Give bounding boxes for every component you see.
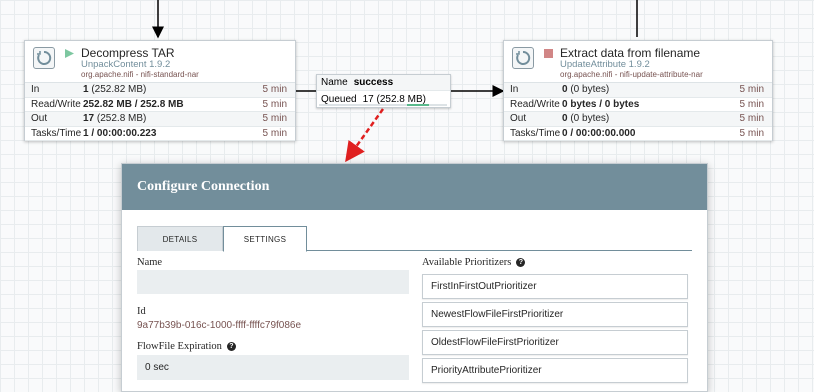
stat-label: Read/Write xyxy=(31,98,81,110)
stat-count: 0 bytes / 0 bytes xyxy=(562,98,640,110)
stat-size: (0 bytes) xyxy=(567,113,610,125)
processor-type: UpdateAttribute 1.9.2 xyxy=(560,59,650,70)
stat-value: 0 bytes / 0 bytes xyxy=(562,99,732,110)
stat-row-tasks: Tasks/Time 0 / 00:00:00.000 5 min xyxy=(504,127,772,141)
play-icon xyxy=(65,49,74,58)
connection-id-value: 9a77b39b-016c-1000-ffff-ffffc79f086e xyxy=(137,320,302,331)
stat-count: 17 xyxy=(83,113,95,125)
stat-label: Tasks/Time xyxy=(510,127,561,139)
flowfile-expiration-input[interactable]: 0 sec xyxy=(137,355,409,380)
prioritizer-item[interactable]: PriorityAttributePrioritizer xyxy=(422,358,688,383)
stat-size: (252.82 MB) xyxy=(88,84,147,96)
stat-row-in: In 0 (0 bytes) 5 min xyxy=(504,83,772,98)
prioritizer-item[interactable]: NewestFlowFileFirstPrioritizer xyxy=(422,302,688,327)
stat-size: (252.8 MB) xyxy=(94,113,147,125)
queue-progress-fill xyxy=(407,104,429,106)
prioritizer-item[interactable]: OldestFlowFileFirstPrioritizer xyxy=(422,330,688,355)
dialog-title: Configure Connection xyxy=(137,179,270,194)
stat-value: 0 (0 bytes) xyxy=(562,84,732,95)
connection-name-label: Name xyxy=(321,77,348,88)
stat-value: 0 / 00:00:00.000 xyxy=(562,128,732,139)
tab-details[interactable]: DETAILS xyxy=(137,226,223,251)
connection-name-row: Name success xyxy=(317,75,450,91)
stat-count: 252.82 MB / 252.8 MB xyxy=(83,98,184,110)
stat-count: 1 / 00:00:00.223 xyxy=(83,127,157,139)
configure-connection-dialog: Configure Connection DETAILS SETTINGS Na… xyxy=(121,163,708,392)
processor-decompress-tar[interactable]: Decompress TAR UnpackContent 1.9.2 org.a… xyxy=(24,40,296,141)
stat-row-in: In 1 (252.82 MB) 5 min xyxy=(25,83,295,98)
processor-icon xyxy=(512,47,534,69)
help-icon[interactable]: ? xyxy=(226,342,236,352)
processor-name: Decompress TAR xyxy=(81,46,175,60)
connection-name-input[interactable] xyxy=(137,270,409,294)
stat-row-out: Out 0 (0 bytes) 5 min xyxy=(504,112,772,127)
connection-name-value: success xyxy=(353,77,394,88)
queued-count: 17 xyxy=(362,93,374,105)
connection-queued-label: Queued xyxy=(321,93,357,105)
connection-queued-value: 17 (252.8 MB) xyxy=(363,94,426,105)
annotation-arrow xyxy=(345,108,385,163)
prioritizer-item[interactable]: FirstInFirstOutPrioritizer xyxy=(422,274,688,299)
help-icon[interactable]: ? xyxy=(516,258,526,268)
stat-value: 0 (0 bytes) xyxy=(562,113,732,124)
stat-time: 5 min xyxy=(262,113,287,125)
stat-time: 5 min xyxy=(262,127,287,139)
available-prioritizers-label: Available Prioritizers? xyxy=(422,257,526,268)
stat-label: Out xyxy=(31,113,48,125)
stat-time: 5 min xyxy=(739,127,764,139)
flowfile-expiration-text: FlowFile Expiration xyxy=(137,341,222,352)
dialog-header: Configure Connection xyxy=(122,164,707,210)
stat-time: 5 min xyxy=(262,84,287,96)
processor-icon xyxy=(33,47,55,69)
stat-value: 1 / 00:00:00.223 xyxy=(83,128,255,139)
stat-time: 5 min xyxy=(739,113,764,125)
stat-value: 1 (252.82 MB) xyxy=(83,84,255,95)
stat-label: In xyxy=(510,84,519,96)
stat-row-readwrite: Read/Write 252.82 MB / 252.8 MB 5 min xyxy=(25,98,295,112)
stat-value: 17 (252.8 MB) xyxy=(83,113,255,124)
stat-row-out: Out 17 (252.8 MB) 5 min xyxy=(25,112,295,127)
stat-row-readwrite: Read/Write 0 bytes / 0 bytes 5 min xyxy=(504,98,772,112)
stat-time: 5 min xyxy=(262,98,287,110)
stat-size: (0 bytes) xyxy=(567,84,610,96)
processor-header: Decompress TAR UnpackContent 1.9.2 org.a… xyxy=(25,41,295,83)
dialog-tabs: DETAILS SETTINGS xyxy=(137,226,692,252)
flowfile-expiration-label: FlowFile Expiration? xyxy=(137,341,236,352)
name-label: Name xyxy=(137,257,163,268)
available-prioritizers-text: Available Prioritizers xyxy=(422,257,512,268)
nifi-canvas[interactable]: Decompress TAR UnpackContent 1.9.2 org.a… xyxy=(0,0,814,392)
connection-label[interactable]: Name success Queued 17 (252.8 MB) xyxy=(316,74,451,108)
stat-label: Out xyxy=(510,113,527,125)
stat-time: 5 min xyxy=(739,98,764,110)
processor-extract-data[interactable]: Extract data from filename UpdateAttribu… xyxy=(503,40,773,141)
stat-label: In xyxy=(31,84,40,96)
processor-header: Extract data from filename UpdateAttribu… xyxy=(504,41,772,83)
stat-label: Read/Write xyxy=(510,98,560,110)
processor-bundle: org.apache.nifi - nifi-standard-nar xyxy=(81,70,199,79)
stat-label: Tasks/Time xyxy=(31,127,82,139)
processor-type: UnpackContent 1.9.2 xyxy=(81,59,171,70)
processor-bundle: org.apache.nifi - nifi-update-attribute-… xyxy=(560,70,703,79)
stat-count: 0 / 00:00:00.000 xyxy=(562,127,636,139)
processor-stats: In 0 (0 bytes) 5 min Read/Write 0 bytes / 0… xyxy=(504,83,772,141)
stat-row-tasks: Tasks/Time 1 / 00:00:00.223 5 min xyxy=(25,127,295,141)
stat-time: 5 min xyxy=(739,84,764,96)
processor-stats: In 1 (252.82 MB) 5 min Read/Write 252.82 MB… xyxy=(25,83,295,141)
queue-progress-bar xyxy=(319,104,447,106)
id-label: Id xyxy=(137,306,146,317)
queued-size: (252.8 MB) xyxy=(373,93,426,105)
tab-settings[interactable]: SETTINGS xyxy=(223,226,307,252)
stat-value: 252.82 MB / 252.8 MB xyxy=(83,99,255,110)
processor-name: Extract data from filename xyxy=(560,46,701,60)
stop-icon xyxy=(544,49,553,58)
